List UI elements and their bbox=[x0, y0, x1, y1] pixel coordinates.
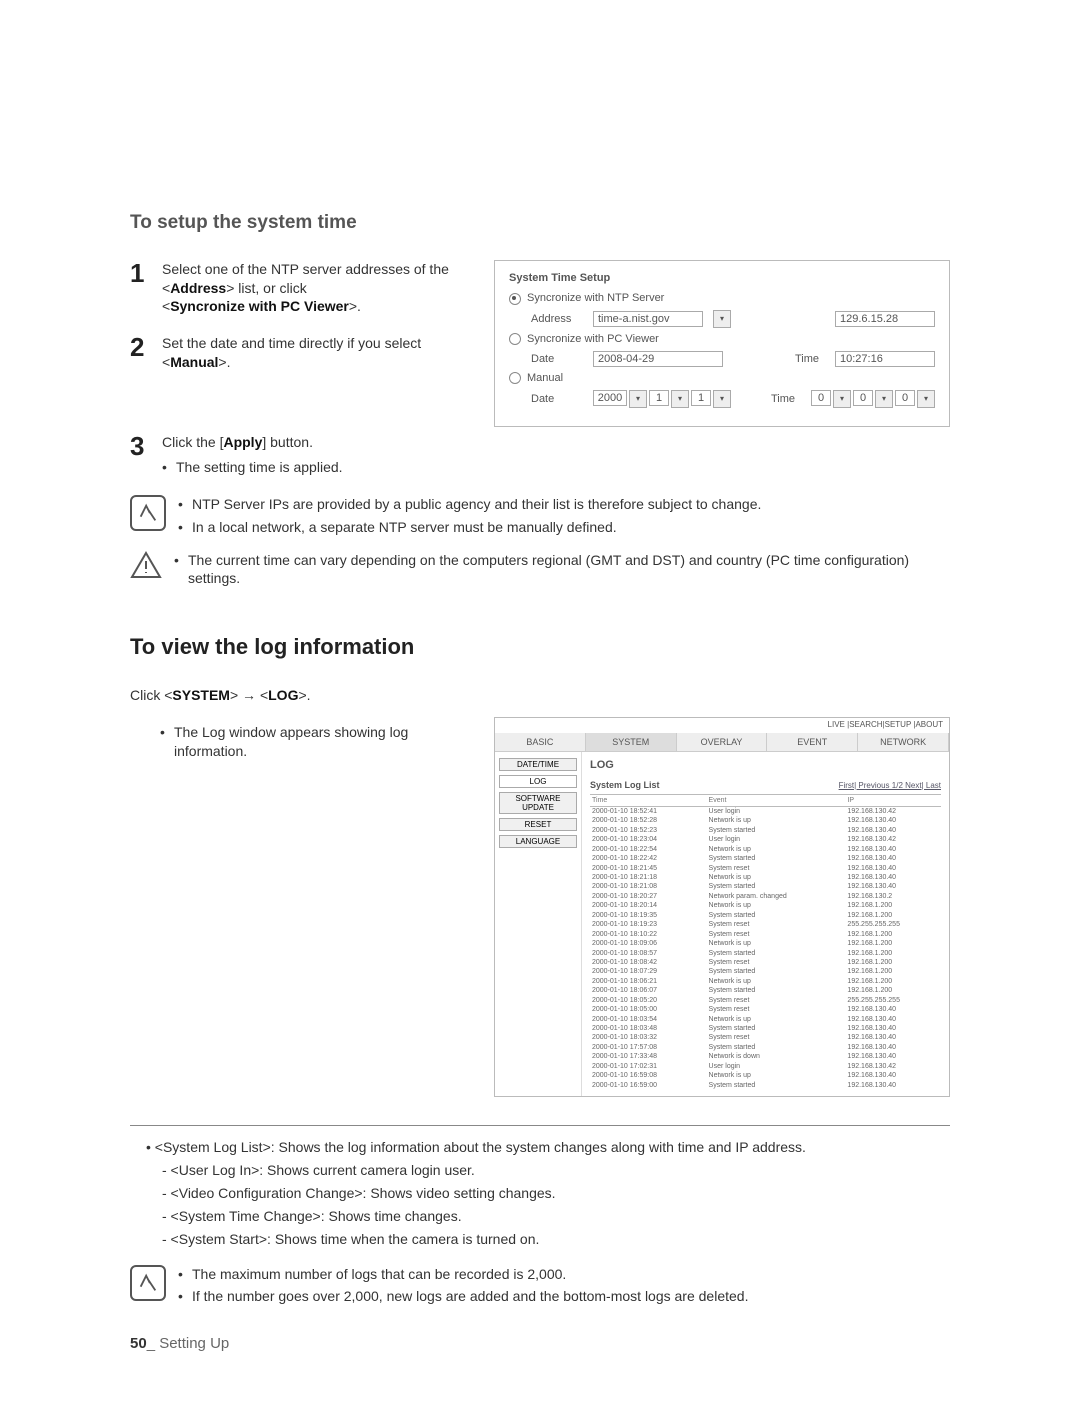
log-descriptions: • <System Log List>: Shows the log infor… bbox=[130, 1138, 950, 1248]
table-row: 2000-01-10 18:23:04User login192.168.130… bbox=[590, 835, 941, 844]
table-row: 2000-01-10 18:08:42System reset192.168.1… bbox=[590, 958, 941, 967]
table-row: 2000-01-10 16:59:00System started192.168… bbox=[590, 1081, 941, 1090]
table-row: 2000-01-10 17:02:31User login192.168.130… bbox=[590, 1062, 941, 1071]
table-row: 2000-01-10 17:33:48Network is down192.16… bbox=[590, 1052, 941, 1061]
step-3: Click the [Apply] button. The setting ti… bbox=[130, 433, 950, 477]
table-row: 2000-01-10 18:20:27Network param. change… bbox=[590, 892, 941, 901]
system-time-setup-panel: System Time Setup Syncronize with NTP Se… bbox=[494, 260, 950, 427]
address-label: Address bbox=[531, 312, 583, 327]
table-row: 2000-01-10 18:21:08System started192.168… bbox=[590, 882, 941, 891]
log-table: TimeEventIP 2000-01-10 18:52:41User logi… bbox=[590, 794, 941, 1091]
table-row: 2000-01-10 18:22:54Network is up192.168.… bbox=[590, 845, 941, 854]
table-row: 2000-01-10 18:52:28Network is up192.168.… bbox=[590, 816, 941, 825]
log-breadcrumb: LIVE |SEARCH|SETUP |ABOUT bbox=[495, 718, 949, 733]
step-1: Select one of the NTP server addresses o… bbox=[130, 260, 470, 317]
applied-bullet: The setting time is applied. bbox=[162, 458, 950, 477]
divider bbox=[130, 1125, 950, 1126]
table-row: 2000-01-10 18:03:48System started192.168… bbox=[590, 1024, 941, 1033]
log-title: LOG bbox=[590, 758, 941, 773]
radio-pc[interactable] bbox=[509, 333, 521, 345]
date-label: Date bbox=[531, 352, 583, 367]
table-row: 2000-01-10 18:19:35System started192.168… bbox=[590, 911, 941, 920]
radio-ntp[interactable] bbox=[509, 293, 521, 305]
table-row: 2000-01-10 18:52:23System started192.168… bbox=[590, 826, 941, 835]
table-row: 2000-01-10 18:05:20System reset255.255.2… bbox=[590, 996, 941, 1005]
note-icon bbox=[130, 495, 166, 531]
section-title-2: To view the log information bbox=[130, 632, 950, 662]
address-select[interactable]: time-a.nist.gov bbox=[593, 311, 703, 327]
table-row: 2000-01-10 18:21:45System reset192.168.1… bbox=[590, 864, 941, 873]
note-icon bbox=[130, 1265, 166, 1301]
time-value: 10:27:16 bbox=[835, 351, 935, 367]
ntp-ip: 129.6.15.28 bbox=[835, 311, 935, 327]
time-label: Time bbox=[795, 352, 825, 367]
table-row: 2000-01-10 18:20:14Network is up192.168.… bbox=[590, 901, 941, 910]
table-row: 2000-01-10 18:10:22System reset192.168.1… bbox=[590, 930, 941, 939]
table-row: 2000-01-10 18:21:18Network is up192.168.… bbox=[590, 873, 941, 882]
step-2: Set the date and time directly if you se… bbox=[130, 334, 470, 372]
panel-title: System Time Setup bbox=[509, 271, 935, 286]
note-1: NTP Server IPs are provided by a public … bbox=[178, 495, 761, 541]
section-title-1: To setup the system time bbox=[130, 210, 950, 236]
table-row: 2000-01-10 18:09:06Network is up192.168.… bbox=[590, 939, 941, 948]
log-tabs: BASIC SYSTEM OVERLAY EVENT NETWORK bbox=[495, 733, 949, 752]
chevron-down-icon[interactable]: ▾ bbox=[713, 310, 731, 328]
log-bullet: The Log window appears showing log infor… bbox=[160, 723, 470, 761]
click-instruction: Click <SYSTEM> → <LOG>. bbox=[130, 686, 950, 705]
date-value: 2008-04-29 bbox=[593, 351, 723, 367]
note-2: The maximum number of logs that can be r… bbox=[178, 1265, 748, 1311]
table-row: 2000-01-10 18:06:21Network is up192.168.… bbox=[590, 977, 941, 986]
table-row: 2000-01-10 18:07:29System started192.168… bbox=[590, 967, 941, 976]
table-row: 2000-01-10 18:19:23System reset255.255.2… bbox=[590, 920, 941, 929]
log-side-nav: DATE/TIME LOG SOFTWARE UPDATE RESET LANG… bbox=[495, 752, 581, 1096]
steps-list: Select one of the NTP server addresses o… bbox=[130, 260, 470, 372]
table-row: 2000-01-10 18:08:57System started192.168… bbox=[590, 949, 941, 958]
table-row: 2000-01-10 18:06:07System started192.168… bbox=[590, 986, 941, 995]
manual-time[interactable]: 0▾ 0▾ 0▾ bbox=[811, 390, 935, 408]
table-row: 2000-01-10 16:59:08Network is up192.168.… bbox=[590, 1071, 941, 1080]
table-row: 2000-01-10 18:05:00System reset192.168.1… bbox=[590, 1005, 941, 1014]
table-row: 2000-01-10 17:57:08System started192.168… bbox=[590, 1043, 941, 1052]
page-footer: 50_ Setting Up bbox=[130, 1334, 229, 1354]
manual-date[interactable]: 2000▾ 1▾ 1▾ bbox=[593, 390, 731, 408]
log-pagination: First| Previous 1/2 Next| Last bbox=[839, 781, 941, 792]
log-screenshot: LIVE |SEARCH|SETUP |ABOUT BASIC SYSTEM O… bbox=[494, 717, 950, 1097]
warning-note: The current time can vary depending on t… bbox=[174, 551, 950, 593]
warning-icon bbox=[130, 551, 162, 579]
table-row: 2000-01-10 18:03:32System reset192.168.1… bbox=[590, 1033, 941, 1042]
table-row: 2000-01-10 18:22:42System started192.168… bbox=[590, 854, 941, 863]
log-list-title: System Log List bbox=[590, 779, 660, 791]
table-row: 2000-01-10 18:52:41User login192.168.130… bbox=[590, 806, 941, 816]
table-row: 2000-01-10 18:03:54Network is up192.168.… bbox=[590, 1015, 941, 1024]
radio-manual[interactable] bbox=[509, 372, 521, 384]
